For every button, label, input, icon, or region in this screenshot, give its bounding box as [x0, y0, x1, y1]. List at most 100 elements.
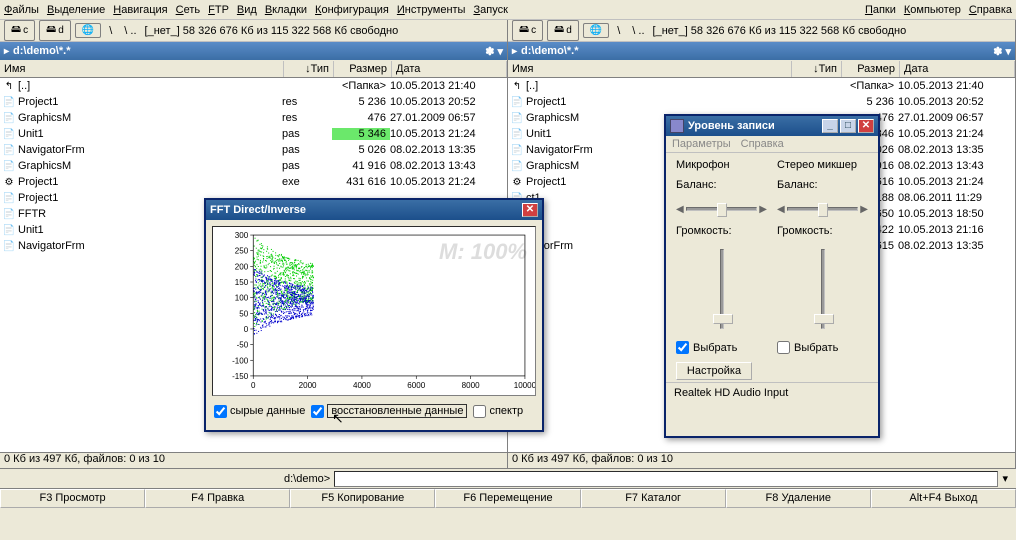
menu-FTP[interactable]: FTP	[208, 4, 229, 16]
headers-right: Имя ↓Тип Размер Дата	[508, 60, 1015, 78]
file-icon: 📄	[2, 113, 16, 124]
file-row[interactable]: 📄Project15 23610.05.2013 20:52	[508, 94, 1015, 110]
menu-Компьютер[interactable]: Компьютер	[904, 4, 961, 16]
mic-label: Микрофон	[676, 159, 767, 173]
file-type: res	[282, 96, 332, 108]
file-size: <Папка>	[840, 80, 898, 92]
file-date: 10.05.2013 21:24	[898, 176, 1013, 188]
root-separator: \	[613, 25, 624, 37]
path-bar-left: ▸ d:\demo\*.* ✽ ▾	[0, 42, 507, 60]
file-row[interactable]: 📄NavigatorFrmpas5 02608.02.2013 13:35	[0, 142, 507, 158]
maximize-icon[interactable]: □	[840, 119, 856, 133]
minimize-icon[interactable]: _	[822, 119, 838, 133]
header-date[interactable]: Дата	[392, 61, 507, 77]
fn-F5[interactable]: F5 Копирование	[290, 489, 435, 508]
menu-Навигация[interactable]: Навигация	[113, 4, 167, 16]
file-icon: ⚙	[2, 177, 16, 188]
file-row[interactable]: ↰[..]<Папка>10.05.2013 21:40	[508, 78, 1015, 94]
balance-slider-stereo[interactable]: ◀ ▶	[777, 199, 868, 219]
updir[interactable]: \ ..	[120, 25, 140, 37]
check-raw[interactable]: сырые данные	[214, 405, 305, 418]
file-icon: 📄	[510, 129, 524, 140]
header-size[interactable]: Размер	[334, 61, 392, 77]
file-date: 10.05.2013 18:50	[898, 208, 1013, 220]
file-size: 476	[332, 112, 390, 124]
select-check-stereo[interactable]: Выбрать	[777, 341, 868, 354]
rec-menu-help[interactable]: Справка	[741, 138, 784, 150]
status-right: 0 Кб из 497 Кб, файлов: 0 из 10	[508, 453, 1016, 468]
volume-slider-mic[interactable]	[676, 245, 767, 335]
header-size[interactable]: Размер	[842, 61, 900, 77]
globe-icon[interactable]: 🌐	[583, 23, 609, 38]
fn-Alt+F4[interactable]: Alt+F4 Выход	[871, 489, 1016, 508]
drive-c-button[interactable]: 🖴 c	[512, 20, 543, 41]
updir[interactable]: \ ..	[628, 25, 648, 37]
drive-d-button[interactable]: 🖴 d	[39, 20, 71, 41]
cmd-input[interactable]	[334, 471, 998, 487]
dropdown-icon[interactable]: ✽ ▾	[993, 45, 1011, 58]
root-separator: \	[105, 25, 116, 37]
menu-Папки[interactable]: Папки	[865, 4, 896, 16]
file-date: 08.02.2013 13:43	[390, 160, 505, 172]
file-icon: 📄	[2, 241, 16, 252]
menu-Запуск[interactable]: Запуск	[473, 4, 507, 16]
fn-F4[interactable]: F4 Правка	[145, 489, 290, 508]
menu-Сеть[interactable]: Сеть	[176, 4, 200, 16]
svg-text:250: 250	[235, 247, 249, 256]
free-space: [_нет_] 58 326 676 Кб из 115 322 568 Кб …	[653, 25, 907, 37]
menu-Файлы[interactable]: Файлы	[4, 4, 39, 16]
file-row[interactable]: 📄Unit1pas5 34610.05.2013 21:24	[0, 126, 507, 142]
rec-titlebar[interactable]: Уровень записи _ □ ✕	[666, 116, 878, 136]
check-restored[interactable]: восстановленные данные	[311, 404, 467, 418]
dropdown-icon[interactable]: ✽ ▾	[485, 45, 503, 58]
select-check-mic[interactable]: Выбрать	[676, 341, 767, 354]
check-spectrum[interactable]: спектр	[473, 405, 523, 418]
file-size: <Папка>	[332, 80, 390, 92]
speaker-icon	[670, 119, 684, 133]
close-icon[interactable]: ✕	[858, 119, 874, 133]
file-icon: 📄	[510, 97, 524, 108]
fn-F6[interactable]: F6 Перемещение	[435, 489, 580, 508]
rec-menu-params[interactable]: Параметры	[672, 138, 731, 150]
fft-titlebar[interactable]: FFT Direct/Inverse ✕	[206, 200, 542, 220]
setup-button[interactable]: Настройка	[676, 362, 752, 380]
drive-c-button[interactable]: 🖴 c	[4, 20, 35, 41]
balance-slider-mic[interactable]: ◀ ▶	[676, 199, 767, 219]
header-type[interactable]: ↓Тип	[792, 61, 842, 77]
file-icon: ⚙	[510, 177, 524, 188]
fn-F8[interactable]: F8 Удаление	[726, 489, 871, 508]
header-name[interactable]: Имя	[508, 61, 792, 77]
svg-text:-50: -50	[237, 341, 249, 350]
file-row[interactable]: 📄GraphicsMres47627.01.2009 06:57	[0, 110, 507, 126]
fn-F3[interactable]: F3 Просмотр	[0, 489, 145, 508]
menu-Справка[interactable]: Справка	[969, 4, 1012, 16]
dropdown-icon[interactable]: ▾	[998, 472, 1012, 485]
close-icon[interactable]: ✕	[522, 203, 538, 217]
rec-col-mic: Микрофон Баланс: ◀ ▶ Громкость: Выбрать	[676, 159, 767, 354]
menu-Вид[interactable]: Вид	[237, 4, 257, 16]
fn-F7[interactable]: F7 Каталог	[581, 489, 726, 508]
header-date[interactable]: Дата	[900, 61, 1015, 77]
header-type[interactable]: ↓Тип	[284, 61, 334, 77]
command-line: d:\demo> ▾	[0, 468, 1016, 488]
volume-slider-stereo[interactable]	[777, 245, 868, 335]
menu-Конфигурация[interactable]: Конфигурация	[315, 4, 389, 16]
file-row[interactable]: 📄Project1res5 23610.05.2013 20:52	[0, 94, 507, 110]
globe-icon[interactable]: 🌐	[75, 23, 101, 38]
menu-Выделение[interactable]: Выделение	[47, 4, 105, 16]
status-left: 0 Кб из 497 Кб, файлов: 0 из 10	[0, 453, 508, 468]
header-name[interactable]: Имя	[0, 61, 284, 77]
file-row[interactable]: ⚙Project1exe431 61610.05.2013 21:24	[0, 174, 507, 190]
menu-Вкладки[interactable]: Вкладки	[265, 4, 307, 16]
file-row[interactable]: ↰[..]<Папка>10.05.2013 21:40	[0, 78, 507, 94]
file-size: 5 236	[332, 96, 390, 108]
svg-text:50: 50	[239, 309, 248, 318]
file-icon: 📄	[2, 129, 16, 140]
fft-dialog: FFT Direct/Inverse ✕ M: 100% -150-100-50…	[204, 198, 544, 432]
file-row[interactable]: 📄GraphicsMpas41 91608.02.2013 13:43	[0, 158, 507, 174]
drive-d-button[interactable]: 🖴 d	[547, 20, 579, 41]
file-icon: ↰	[510, 81, 524, 92]
file-name: [..]	[16, 80, 282, 92]
balance-label: Баланс:	[777, 179, 868, 193]
menu-Инструменты[interactable]: Инструменты	[397, 4, 466, 16]
